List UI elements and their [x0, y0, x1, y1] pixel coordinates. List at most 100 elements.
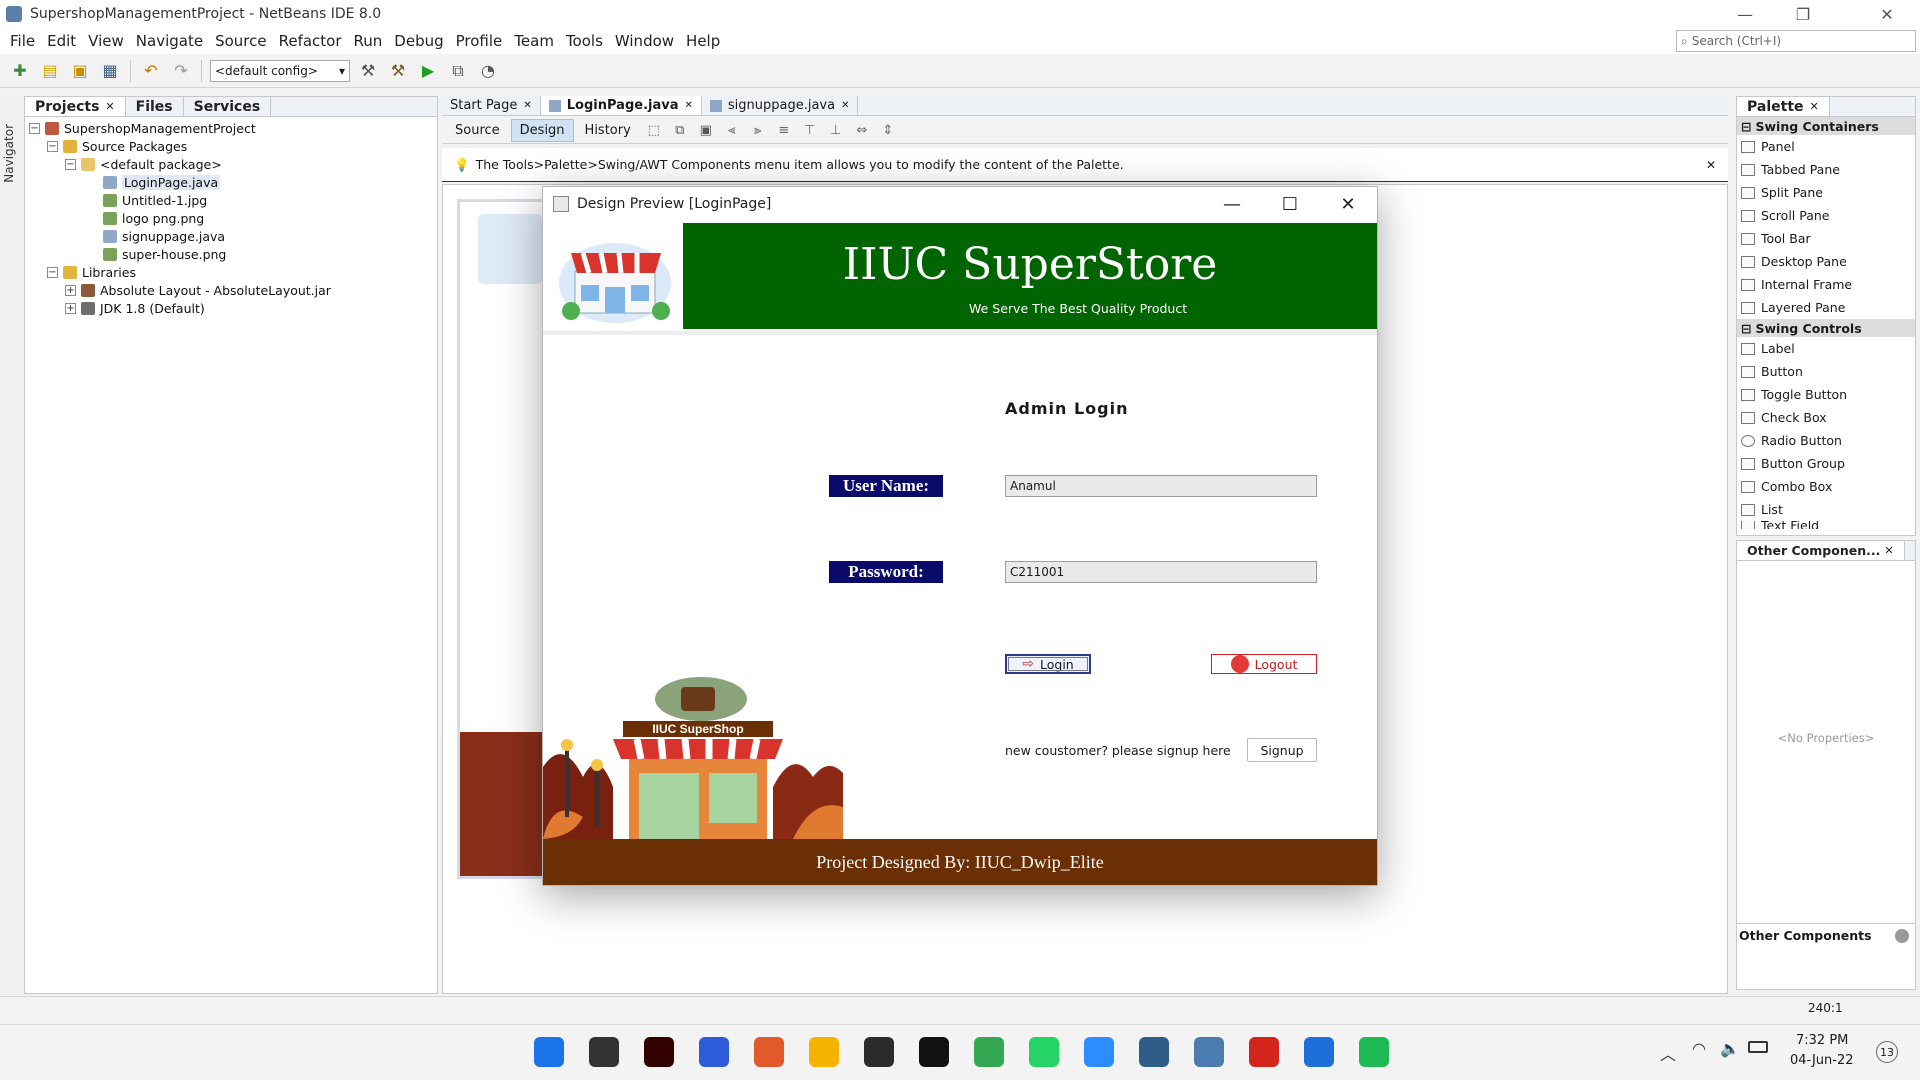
- clock-time[interactable]: 7:32 PM: [1796, 1033, 1848, 1048]
- collapse-icon[interactable]: −: [29, 122, 40, 134]
- collapse-icon[interactable]: −: [47, 266, 58, 278]
- profile-icon[interactable]: ◔: [476, 59, 500, 83]
- netbeans-icon[interactable]: [1194, 1037, 1224, 1067]
- tab-start-page[interactable]: Start Page ✕: [442, 96, 541, 115]
- menu-run[interactable]: Run: [348, 32, 389, 50]
- close-icon[interactable]: ✕: [1810, 100, 1819, 113]
- menu-edit[interactable]: Edit: [41, 32, 82, 50]
- palette-item[interactable]: Button Group: [1737, 452, 1915, 475]
- menu-help[interactable]: Help: [680, 32, 726, 50]
- palette-item[interactable]: Split Pane: [1737, 181, 1915, 204]
- restore-button[interactable]: ❐: [1774, 0, 1832, 28]
- design-tab[interactable]: Design: [510, 119, 574, 142]
- info-icon[interactable]: [1895, 928, 1909, 943]
- connection-mode-icon[interactable]: ⧉: [668, 119, 692, 143]
- minimize-button[interactable]: —: [1716, 0, 1774, 28]
- file-explorer-icon[interactable]: [809, 1037, 839, 1067]
- align-right-icon[interactable]: ⫸: [746, 119, 770, 143]
- menu-refactor[interactable]: Refactor: [273, 32, 348, 50]
- tab-projects[interactable]: Projects ✕: [25, 97, 126, 116]
- palette-item[interactable]: Tabbed Pane: [1737, 158, 1915, 181]
- close-icon[interactable]: ✕: [105, 100, 114, 113]
- palette-item[interactable]: Combo Box: [1737, 475, 1915, 498]
- spotify-icon[interactable]: [1359, 1037, 1389, 1067]
- tab-other-components[interactable]: Other Componen... ✕: [1737, 541, 1905, 560]
- battery-icon[interactable]: [1748, 1041, 1768, 1053]
- debug-icon[interactable]: ⧉: [446, 59, 470, 83]
- palette-section-header[interactable]: ⊟ Swing Containers: [1737, 117, 1915, 135]
- illustrator-icon[interactable]: [644, 1037, 674, 1067]
- wifi-icon[interactable]: ◠: [1692, 1039, 1706, 1058]
- palette-item[interactable]: Text Field: [1737, 521, 1915, 529]
- windows-start-icon[interactable]: [534, 1037, 564, 1067]
- redo-icon[interactable]: ↷: [169, 59, 193, 83]
- align-left-icon[interactable]: ⫷: [720, 119, 744, 143]
- save-all-icon[interactable]: ▦: [98, 59, 122, 83]
- resize-vertical-icon[interactable]: ⇕: [876, 119, 900, 143]
- app-blue-icon[interactable]: [699, 1037, 729, 1067]
- tree-item[interactable]: signuppage.java: [29, 227, 437, 245]
- preview-design-icon[interactable]: ▣: [694, 119, 718, 143]
- whatsapp-icon[interactable]: [1029, 1037, 1059, 1067]
- tree-item[interactable]: + JDK 1.8 (Default): [29, 299, 437, 317]
- resize-horizontal-icon[interactable]: ⇔: [850, 119, 874, 143]
- close-icon[interactable]: ✕: [1706, 158, 1716, 172]
- palette-item[interactable]: Button: [1737, 360, 1915, 383]
- menu-view[interactable]: View: [82, 32, 130, 50]
- mysql-workbench-icon[interactable]: [1139, 1037, 1169, 1067]
- menu-profile[interactable]: Profile: [450, 32, 509, 50]
- menu-file[interactable]: File: [4, 32, 41, 50]
- tree-item-selected[interactable]: LoginPage.java: [29, 173, 437, 191]
- palette-item[interactable]: Check Box: [1737, 406, 1915, 429]
- palette-item[interactable]: Scroll Pane: [1737, 204, 1915, 227]
- collapse-icon[interactable]: −: [47, 140, 58, 152]
- chevron-up-icon[interactable]: ︿: [1660, 1041, 1676, 1065]
- palette-item[interactable]: Radio Button: [1737, 429, 1915, 452]
- clock-date[interactable]: 04-Jun-22: [1790, 1053, 1854, 1068]
- palette-item[interactable]: Tool Bar: [1737, 227, 1915, 250]
- tab-files[interactable]: Files: [126, 97, 184, 116]
- open-project-icon[interactable]: ▣: [68, 59, 92, 83]
- history-tab[interactable]: History: [576, 119, 640, 142]
- close-icon[interactable]: ✕: [684, 100, 692, 111]
- obs-icon[interactable]: [864, 1037, 894, 1067]
- close-button[interactable]: ✕: [1319, 187, 1377, 221]
- undo-icon[interactable]: ↶: [139, 59, 163, 83]
- tree-item[interactable]: + Absolute Layout - AbsoluteLayout.jar: [29, 281, 437, 299]
- chrome-icon[interactable]: [974, 1037, 1004, 1067]
- notification-badge[interactable]: 13: [1876, 1041, 1898, 1063]
- signup-button[interactable]: Signup: [1247, 738, 1317, 762]
- close-icon[interactable]: ✕: [523, 100, 531, 111]
- config-dropdown[interactable]: <default config> ▾: [210, 59, 350, 82]
- palette-item[interactable]: Internal Frame: [1737, 273, 1915, 296]
- tab-loginpage[interactable]: LoginPage.java ✕: [540, 96, 702, 115]
- tab-signuppage[interactable]: signuppage.java ✕: [702, 96, 859, 115]
- menu-team[interactable]: Team: [508, 32, 560, 50]
- expand-icon[interactable]: +: [65, 284, 76, 296]
- acrobat-icon[interactable]: [1249, 1037, 1279, 1067]
- close-icon[interactable]: ✕: [841, 100, 849, 111]
- collapse-icon[interactable]: ⊟: [1741, 321, 1751, 336]
- tree-item[interactable]: − Source Packages: [29, 137, 437, 155]
- new-project-icon[interactable]: ▤: [38, 59, 62, 83]
- clean-build-icon[interactable]: ⚒: [386, 59, 410, 83]
- palette-item[interactable]: Panel: [1737, 135, 1915, 158]
- align-top-icon[interactable]: ⊤: [798, 119, 822, 143]
- new-file-icon[interactable]: ✚: [8, 59, 32, 83]
- menu-debug[interactable]: Debug: [388, 32, 449, 50]
- collapse-icon[interactable]: −: [65, 158, 76, 170]
- palette-item[interactable]: Desktop Pane: [1737, 250, 1915, 273]
- palette-item[interactable]: List: [1737, 498, 1915, 521]
- username-field[interactable]: Anamul: [1005, 475, 1317, 497]
- palette-section-header[interactable]: ⊟ Swing Controls: [1737, 319, 1915, 337]
- align-bottom-icon[interactable]: ⊥: [824, 119, 848, 143]
- maximize-button[interactable]: ☐: [1261, 187, 1319, 221]
- close-icon[interactable]: ✕: [1884, 544, 1893, 557]
- palette-item[interactable]: Layered Pane: [1737, 296, 1915, 319]
- intellij-icon[interactable]: [919, 1037, 949, 1067]
- align-center-icon[interactable]: ≡: [772, 119, 796, 143]
- tree-item[interactable]: logo png.png: [29, 209, 437, 227]
- app-multicolor-icon[interactable]: [754, 1037, 784, 1067]
- source-tab[interactable]: Source: [446, 119, 509, 142]
- zoom-icon[interactable]: [1084, 1037, 1114, 1067]
